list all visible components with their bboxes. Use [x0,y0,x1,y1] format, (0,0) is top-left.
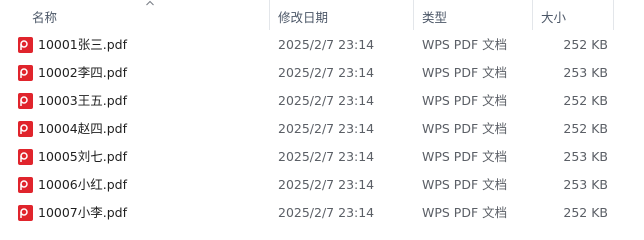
column-header-name-label: 名称 [32,10,58,25]
file-modified: 2025/2/7 23:14 [278,121,375,136]
file-modified: 2025/2/7 23:14 [278,205,375,220]
file-type: WPS PDF 文档 [422,121,508,136]
column-header-type[interactable]: 类型 [414,0,533,30]
file-size: 253 KB [563,177,608,192]
sort-up-chevron-icon [146,0,154,6]
pdf-file-icon [18,37,33,53]
pdf-file-icon [18,65,33,81]
file-row[interactable]: 10003王五.pdf 2025/2/7 23:14 WPS PDF 文档 25… [0,87,644,115]
file-modified: 2025/2/7 23:14 [278,93,375,108]
file-row[interactable]: 10004赵四.pdf 2025/2/7 23:14 WPS PDF 文档 25… [0,115,644,143]
column-divider[interactable] [613,0,614,30]
file-type: WPS PDF 文档 [422,65,508,80]
pdf-file-icon [18,177,33,193]
file-modified: 2025/2/7 23:14 [278,177,375,192]
file-name: 10005刘七.pdf [38,149,128,164]
file-name: 10006小红.pdf [38,177,128,192]
file-row[interactable]: 10006小红.pdf 2025/2/7 23:14 WPS PDF 文档 25… [0,171,644,199]
column-header-size[interactable]: 大小 [533,0,614,30]
file-type: WPS PDF 文档 [422,149,508,164]
file-modified: 2025/2/7 23:14 [278,37,375,52]
file-size: 252 KB [563,121,608,136]
file-size: 253 KB [563,149,608,164]
file-modified: 2025/2/7 23:14 [278,65,375,80]
file-size: 252 KB [563,205,608,220]
column-header-modified[interactable]: 修改日期 [270,0,414,30]
pdf-file-icon [18,121,33,137]
file-type: WPS PDF 文档 [422,37,508,52]
column-header-modified-label: 修改日期 [278,10,329,25]
column-header-size-label: 大小 [541,10,567,25]
file-name: 10001张三.pdf [38,37,128,52]
file-name: 10004赵四.pdf [38,121,128,136]
file-type: WPS PDF 文档 [422,93,508,108]
file-type: WPS PDF 文档 [422,177,508,192]
file-row[interactable]: 10002李四.pdf 2025/2/7 23:14 WPS PDF 文档 25… [0,59,644,87]
file-modified: 2025/2/7 23:14 [278,149,375,164]
column-header-row: 名称 修改日期 类型 大小 [0,0,644,30]
column-header-name[interactable]: 名称 [0,0,270,30]
file-size: 252 KB [563,37,608,52]
file-row[interactable]: 10005刘七.pdf 2025/2/7 23:14 WPS PDF 文档 25… [0,143,644,171]
file-name: 10003王五.pdf [38,93,128,108]
pdf-file-icon [18,149,33,165]
pdf-file-icon [18,93,33,109]
file-size: 253 KB [563,65,608,80]
file-type: WPS PDF 文档 [422,205,508,220]
file-row[interactable]: 10001张三.pdf 2025/2/7 23:14 WPS PDF 文档 25… [0,31,644,59]
file-name: 10007小李.pdf [38,205,128,220]
file-row[interactable]: 10007小李.pdf 2025/2/7 23:14 WPS PDF 文档 25… [0,199,644,227]
file-name: 10002李四.pdf [38,65,128,80]
pdf-file-icon [18,205,33,221]
file-size: 252 KB [563,93,608,108]
column-header-type-label: 类型 [422,10,448,25]
